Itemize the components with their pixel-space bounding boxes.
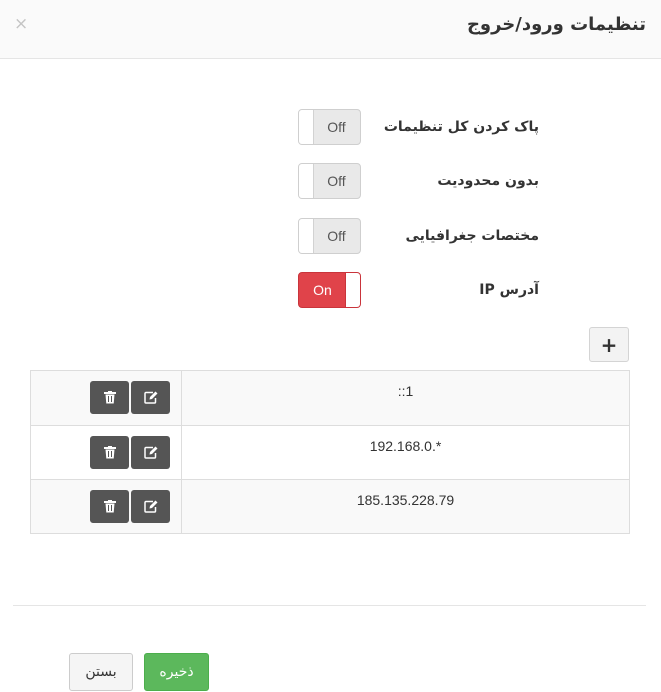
ip-value: ::1 bbox=[182, 371, 629, 425]
toggle-clear-all[interactable]: Off bbox=[298, 109, 361, 145]
trash-icon bbox=[103, 500, 116, 513]
toggle-geo[interactable]: Off bbox=[298, 218, 361, 254]
close-icon[interactable]: × bbox=[14, 14, 28, 34]
toggle-state: On bbox=[313, 282, 332, 298]
edit-button[interactable] bbox=[131, 381, 170, 414]
toggle-unlimited[interactable]: Off bbox=[298, 163, 361, 199]
table-row: ::1 bbox=[31, 371, 629, 425]
dialog-header: تنظیمات ورود/خروج × bbox=[0, 0, 661, 59]
save-button[interactable]: ذخیره bbox=[144, 653, 209, 691]
trash-icon bbox=[103, 391, 116, 404]
delete-button[interactable] bbox=[90, 490, 129, 523]
edit-icon bbox=[143, 446, 157, 459]
edit-icon bbox=[143, 391, 157, 404]
toggle-ip[interactable]: On bbox=[298, 272, 361, 308]
row-actions bbox=[31, 426, 182, 479]
ip-value: 192.168.0.* bbox=[182, 426, 629, 479]
delete-button[interactable] bbox=[90, 381, 129, 414]
setting-label-unlimited: بدون محدودیت bbox=[437, 173, 539, 189]
trash-icon bbox=[103, 446, 116, 459]
add-ip-button[interactable]: + bbox=[589, 327, 629, 362]
table-row: 185.135.228.79 bbox=[31, 479, 629, 533]
close-button[interactable]: بستن bbox=[69, 653, 133, 691]
row-actions bbox=[31, 480, 182, 533]
toggle-state: Off bbox=[327, 228, 346, 244]
edit-button[interactable] bbox=[131, 436, 170, 469]
setting-label-clear-all: پاک کردن کل تنظیمات bbox=[383, 119, 539, 135]
ip-value: 185.135.228.79 bbox=[182, 480, 629, 533]
toggle-knob bbox=[299, 164, 314, 198]
setting-label-geo: مختصات جغرافیایی bbox=[405, 228, 539, 244]
edit-icon bbox=[143, 500, 157, 513]
toggle-state: Off bbox=[327, 173, 346, 189]
toggle-knob bbox=[345, 273, 360, 307]
row-actions bbox=[31, 371, 182, 425]
delete-button[interactable] bbox=[90, 436, 129, 469]
ip-table: ::1 192.168.0.* 185.135.228.79 bbox=[30, 370, 630, 534]
dialog-title: تنظیمات ورود/خروج bbox=[466, 14, 646, 35]
toggle-knob bbox=[299, 110, 314, 144]
edit-button[interactable] bbox=[131, 490, 170, 523]
footer-divider bbox=[13, 605, 646, 606]
toggle-knob bbox=[299, 219, 314, 253]
table-row: 192.168.0.* bbox=[31, 425, 629, 479]
toggle-state: Off bbox=[327, 119, 346, 135]
setting-label-ip: آدرس IP bbox=[479, 282, 539, 298]
